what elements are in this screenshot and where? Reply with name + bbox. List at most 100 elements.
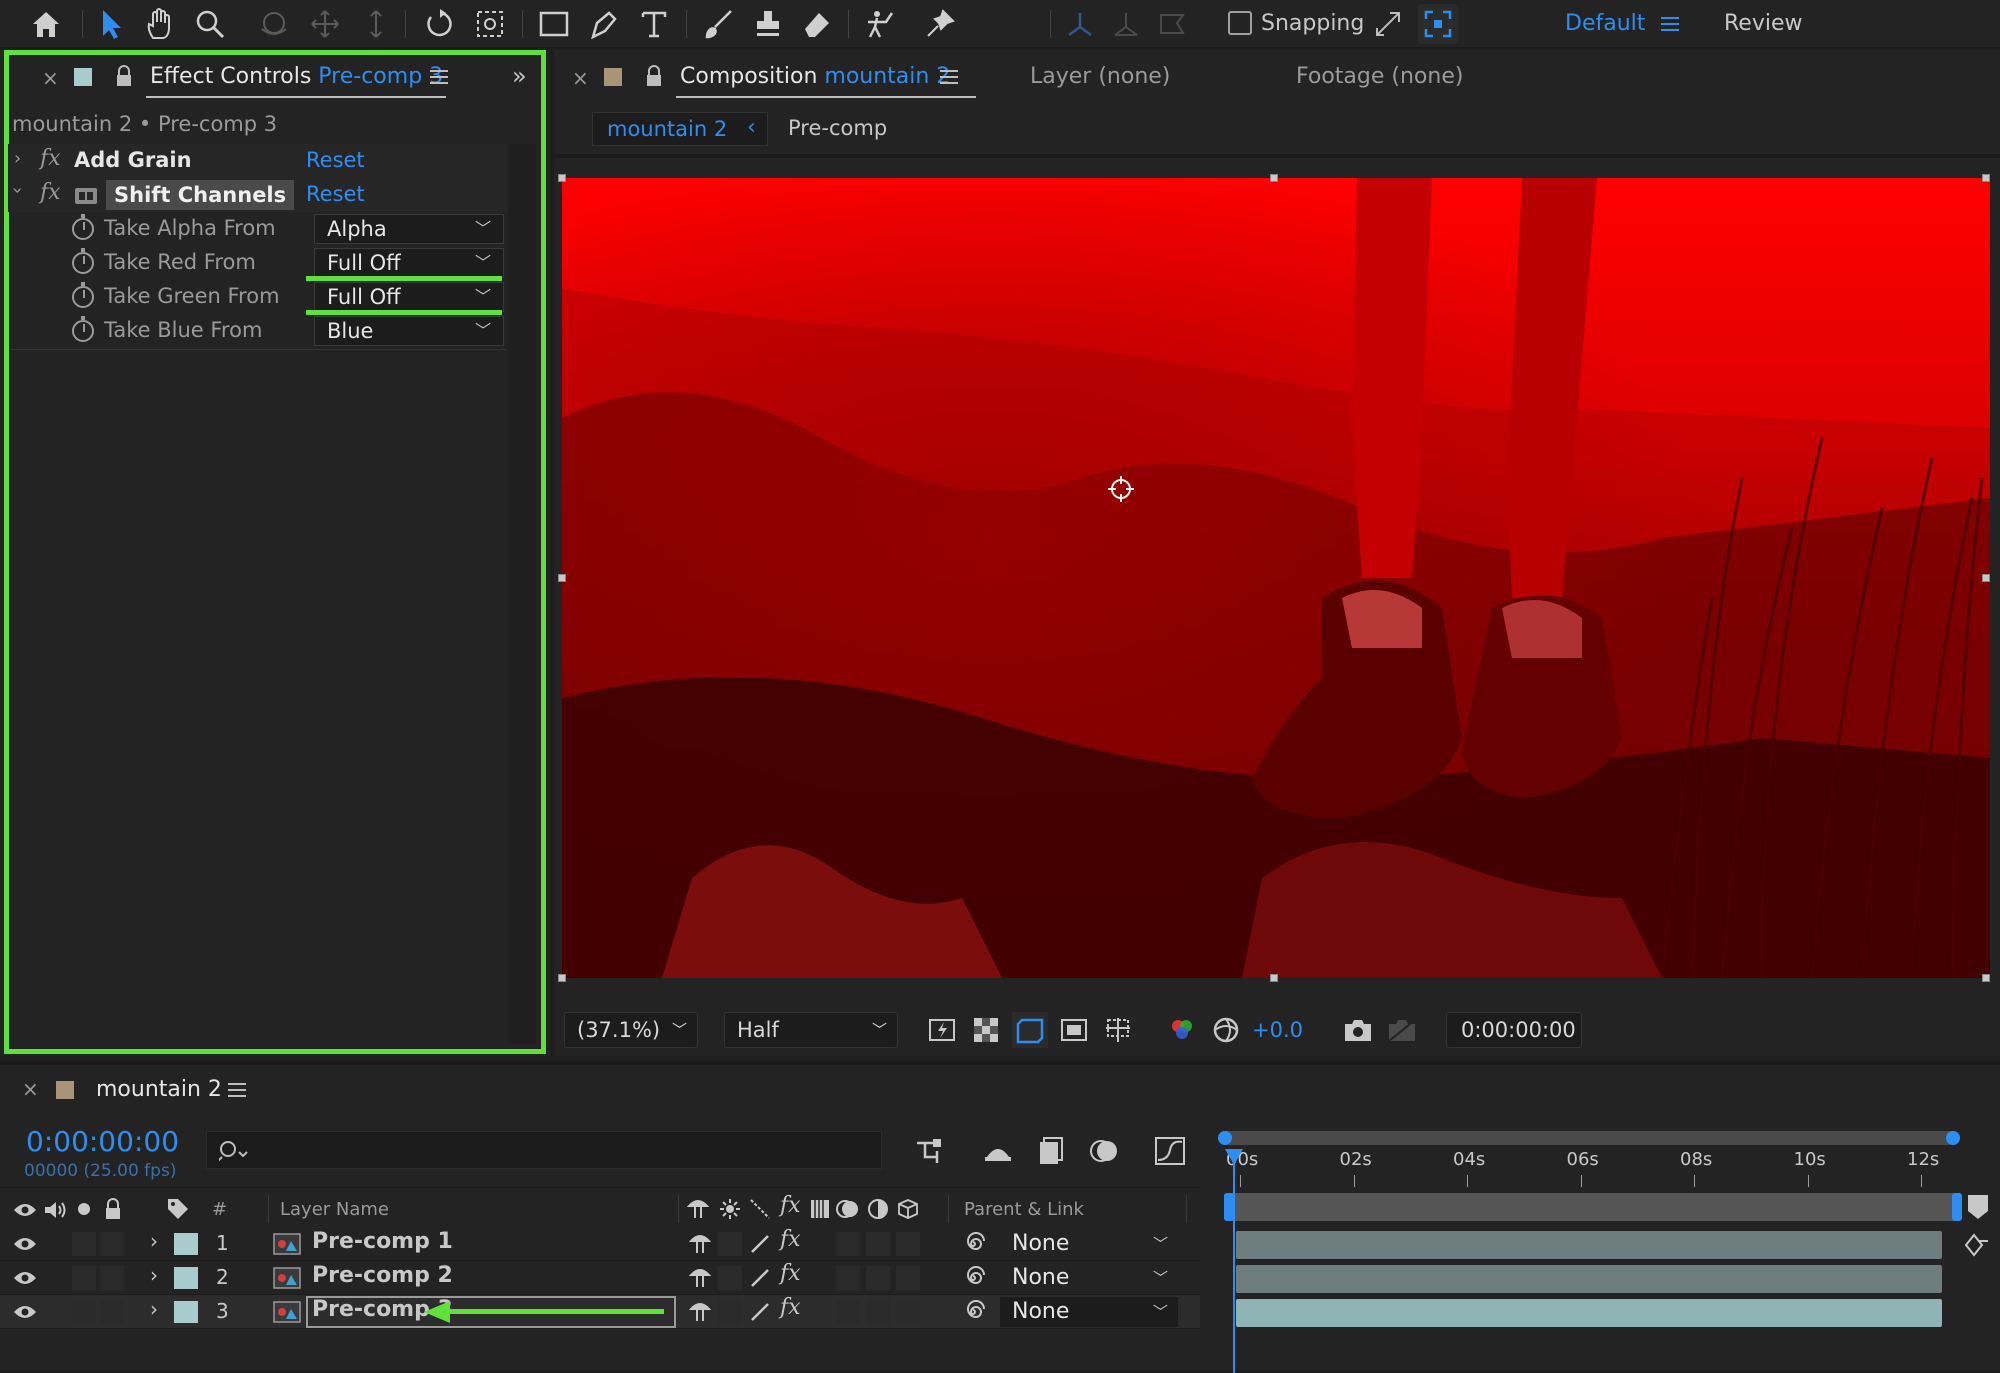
dolly-camera-icon[interactable] [356, 4, 396, 44]
workspace-default[interactable]: Default [1565, 11, 1645, 36]
composition-mini-flowchart-icon[interactable] [912, 1133, 948, 1169]
parent-dropdown[interactable]: None ﹀ [1000, 1297, 1178, 1327]
pick-whip-icon[interactable] [960, 1265, 986, 1291]
bounding-handle[interactable] [1982, 174, 1990, 182]
layer-label-color[interactable] [174, 1267, 198, 1289]
pan-camera-icon[interactable] [305, 4, 345, 44]
layer-row-1[interactable]: › 1 Pre-comp 1 fx None ﹀ [0, 1227, 1200, 1261]
motion-blur-switch[interactable] [836, 1266, 860, 1290]
layer-label-color[interactable] [174, 1233, 198, 1255]
visibility-eye-icon[interactable] [12, 1269, 38, 1287]
reset-link[interactable]: Reset [306, 148, 365, 172]
puppet-pin-tool-icon[interactable] [920, 4, 960, 44]
solo-switch[interactable] [72, 1232, 96, 1256]
effects-header-icon[interactable]: fx [780, 1193, 801, 1218]
home-icon[interactable] [28, 6, 64, 42]
reset-link[interactable]: Reset [306, 182, 365, 206]
clone-stamp-tool-icon[interactable] [748, 4, 788, 44]
3d-switch[interactable] [896, 1266, 920, 1290]
brush-tool-icon[interactable] [698, 4, 738, 44]
pen-tool-icon[interactable] [584, 4, 624, 44]
snap-options-icon[interactable] [1370, 6, 1406, 42]
effect-panel-scrollbar[interactable] [508, 144, 536, 1044]
comp-button-icon[interactable] [1962, 1231, 1992, 1259]
frame-blending-icon[interactable] [1034, 1133, 1070, 1169]
composition-range-bar[interactable] [1224, 1193, 1962, 1221]
timeline-current-time[interactable]: 0:00:00:00 [26, 1125, 179, 1158]
current-time-display[interactable]: 0:00:00:00 [1446, 1012, 1582, 1048]
close-panel-icon[interactable]: × [22, 1077, 39, 1101]
collapse-chevron-icon[interactable]: › [7, 187, 28, 194]
layer-row-3-selected[interactable]: › 3 Pre-comp 3 fx None ﹀ [0, 1295, 1200, 1329]
adjustment-switch[interactable] [866, 1232, 890, 1256]
rotation-tool-icon[interactable] [420, 4, 460, 44]
layer-search-input[interactable] [206, 1131, 882, 1169]
adjustment-switch[interactable] [866, 1266, 890, 1290]
bounding-handle[interactable] [558, 974, 566, 982]
breadcrumb-precomp[interactable]: Pre-comp [788, 116, 887, 140]
footage-tab[interactable]: Footage (none) [1296, 64, 1463, 89]
solo-switch[interactable] [72, 1266, 96, 1290]
3d-switch[interactable] [896, 1300, 920, 1324]
graph-editor-icon[interactable] [1150, 1131, 1190, 1171]
transparency-grid-icon[interactable] [968, 1012, 1004, 1048]
expand-chevron-icon[interactable]: › [150, 1263, 158, 1287]
parent-dropdown[interactable]: None ﹀ [1000, 1229, 1178, 1259]
toggle-mask-icon[interactable] [1056, 1012, 1092, 1048]
layer-label-color[interactable] [174, 1301, 198, 1323]
lock-switch[interactable] [100, 1300, 124, 1324]
visibility-eye-icon[interactable] [12, 1235, 38, 1253]
bounding-handle[interactable] [1270, 174, 1278, 182]
workspace-menu-icon[interactable] [1660, 14, 1680, 34]
expand-chevron-icon[interactable]: › [150, 1229, 158, 1253]
timeline-tab-title[interactable]: mountain 2 [96, 1077, 222, 1102]
effects-switch-icon[interactable]: fx [780, 1261, 801, 1286]
lock-switch[interactable] [100, 1266, 124, 1290]
3d-switch[interactable] [896, 1232, 920, 1256]
lock-header-icon[interactable] [100, 1195, 126, 1223]
range-end-handle[interactable] [1952, 1193, 1962, 1221]
layer-bar-2[interactable] [1236, 1265, 1942, 1293]
snap-target-icon[interactable] [1418, 4, 1458, 44]
collapse-switch[interactable] [718, 1266, 742, 1290]
layer-name-column-header[interactable]: Layer Name [280, 1199, 389, 1220]
view-axis-icon[interactable] [1152, 4, 1192, 44]
comp-marker-bin-icon[interactable] [1966, 1193, 1992, 1221]
motion-blur-switch[interactable] [836, 1232, 860, 1256]
rectangle-tool-icon[interactable] [534, 4, 574, 44]
breadcrumb-active[interactable]: mountain 2 ‹ [592, 112, 768, 146]
layer-tab[interactable]: Layer (none) [1030, 64, 1170, 89]
motion-blur-header-icon[interactable] [836, 1197, 860, 1221]
anchor-point-tool-icon[interactable] [470, 4, 510, 44]
local-axis-icon[interactable] [1060, 4, 1100, 44]
solo-header-icon[interactable] [74, 1199, 94, 1219]
magnification-dropdown[interactable]: (37.1%) ﹀ [564, 1012, 698, 1048]
bounding-handle[interactable] [1982, 574, 1990, 582]
zoom-tool-icon[interactable] [190, 4, 230, 44]
alpha-source-dropdown[interactable]: Alpha ﹀ [314, 214, 504, 244]
anchor-point-marker-icon[interactable] [1106, 474, 1136, 504]
draft-3d-icon[interactable] [980, 1133, 1016, 1169]
effect-row-shift-channels[interactable]: › fx Shift Channels Reset [7, 178, 508, 212]
fx-icon[interactable]: fx [40, 180, 61, 205]
lock-switch[interactable] [100, 1232, 124, 1256]
parent-link-column-header[interactable]: Parent & Link [964, 1199, 1084, 1220]
expand-chevron-icon[interactable]: › [14, 148, 21, 169]
lock-icon[interactable] [642, 64, 666, 88]
snapping-checkbox[interactable] [1226, 9, 1254, 37]
adjustment-switch[interactable] [866, 1300, 890, 1324]
fx-icon[interactable]: fx [40, 146, 61, 171]
collapse-header-icon[interactable] [718, 1197, 742, 1221]
channel-color-icon[interactable] [1164, 1012, 1200, 1048]
label-header-icon[interactable] [164, 1195, 192, 1223]
quality-switch-icon[interactable] [748, 1267, 772, 1289]
quality-header-icon[interactable] [748, 1197, 772, 1221]
snapshot-camera-icon[interactable] [1340, 1012, 1376, 1048]
effects-switch-icon[interactable]: fx [780, 1227, 801, 1252]
motion-blur-switch[interactable] [836, 1300, 860, 1324]
close-panel-icon[interactable]: × [572, 66, 589, 90]
work-area-bar[interactable] [1218, 1131, 1960, 1145]
collapse-switch[interactable] [718, 1232, 742, 1256]
quality-switch-icon[interactable] [748, 1301, 772, 1323]
pick-whip-icon[interactable] [960, 1231, 986, 1257]
